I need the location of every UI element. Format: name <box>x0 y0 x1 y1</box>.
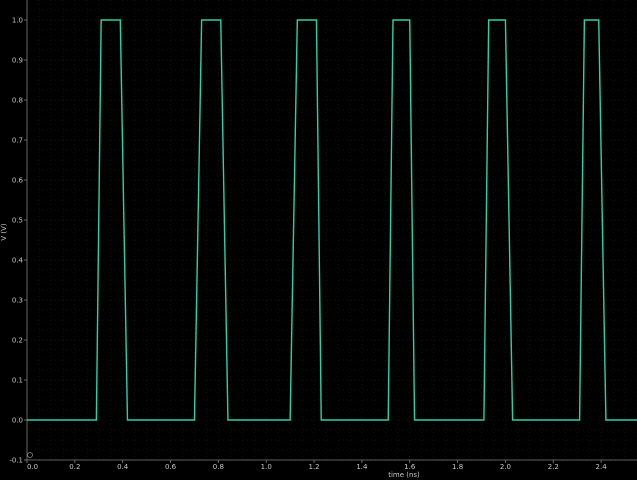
x-tick-label: 1.2 <box>308 463 319 471</box>
y-tick-label: 0.2 <box>12 337 23 345</box>
y-tick-label: 0.6 <box>12 177 24 185</box>
y-tick-label: 0.0 <box>12 417 23 425</box>
x-tick-label: 0.6 <box>165 463 177 471</box>
x-tick-label: 1.6 <box>404 463 416 471</box>
waveform-chart: 0.0 0.2 0.4 0.6 0.8 1.0 1.2 1.4 1.6 1.8 2.0 2.2 2.4 … <box>0 0 637 480</box>
y-tick-label: 0.9 <box>12 57 23 65</box>
y-axis-label: V (V) <box>0 223 8 241</box>
x-tick-label: 2.2 <box>548 463 559 471</box>
y-tick-label: 1.0 <box>12 17 23 25</box>
x-tick-label: 0.0 <box>27 463 38 471</box>
y-tick-label: 0.4 <box>12 257 24 265</box>
x-tick-label: 1.4 <box>356 463 368 471</box>
x-tick-label: 0.4 <box>117 463 129 471</box>
y-tick-label: 0.3 <box>12 297 23 305</box>
y-tick-label: 0.1 <box>12 377 23 385</box>
x-tick-label: 1.8 <box>452 463 463 471</box>
y-tick-label: 0.5 <box>12 217 23 225</box>
y-tick-label: -0.1 <box>9 457 23 465</box>
x-tick-label: 0.8 <box>213 463 224 471</box>
x-axis-label: time (ns) <box>388 471 420 479</box>
x-tick-label: 2.4 <box>596 463 608 471</box>
y-tick-label: 0.7 <box>12 137 23 145</box>
x-tick-label: 1.0 <box>261 463 272 471</box>
x-tick-label: 0.2 <box>69 463 80 471</box>
x-tick-label: 2.0 <box>500 463 511 471</box>
y-tick-label: 0.8 <box>12 97 23 105</box>
